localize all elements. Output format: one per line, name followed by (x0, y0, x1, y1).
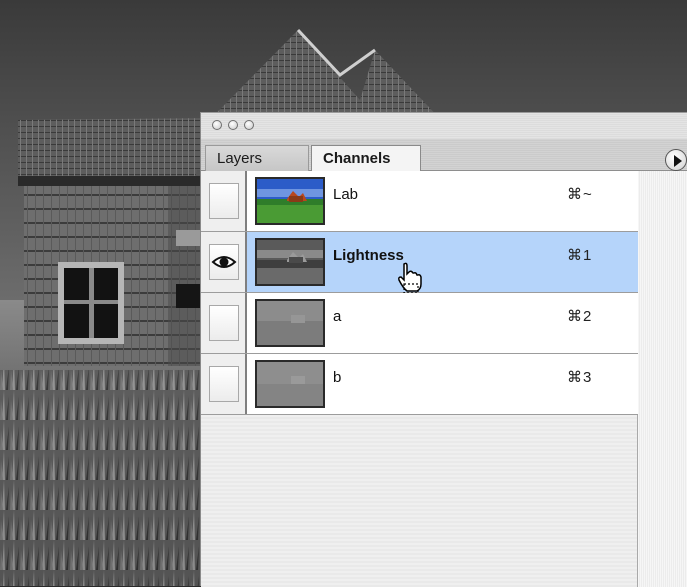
channel-shortcut: ⌘2 (567, 308, 593, 325)
channel-shortcut: ⌘1 (567, 247, 593, 264)
channels-palette: Layers Channels Lab ⌘~ Lightness ⌘1 a ⌘2… (200, 112, 687, 587)
visibility-cell[interactable] (201, 232, 247, 292)
eye-icon (211, 256, 237, 268)
channel-name: Lightness (333, 247, 404, 264)
close-button[interactable] (212, 120, 222, 130)
channel-row-a[interactable]: a ⌘2 (201, 293, 638, 354)
tab-channels-label: Channels (323, 150, 391, 167)
channel-name: Lab (333, 186, 359, 203)
visibility-toggle[interactable] (209, 305, 239, 341)
vertical-scrollbar[interactable] (638, 171, 687, 587)
channel-row-lab[interactable]: Lab ⌘~ (201, 171, 638, 232)
palette-titlebar[interactable] (201, 113, 687, 139)
channel-thumbnail (255, 360, 325, 408)
visibility-cell[interactable] (201, 354, 247, 414)
visibility-toggle[interactable] (209, 183, 239, 219)
channel-thumbnail (255, 238, 325, 286)
tab-layers-label: Layers (217, 150, 263, 167)
visibility-cell[interactable] (201, 293, 247, 353)
zoom-button[interactable] (244, 120, 254, 130)
channel-name: a (333, 308, 342, 325)
triangle-right-icon (674, 155, 682, 167)
tab-channels[interactable]: Channels (311, 145, 421, 172)
channel-shortcut: ⌘~ (567, 186, 593, 203)
channels-list: Lab ⌘~ Lightness ⌘1 a ⌘2 b ⌘3 (201, 171, 638, 587)
channel-row-b[interactable]: b ⌘3 (201, 354, 638, 415)
channel-row-lightness[interactable]: Lightness ⌘1 (201, 232, 638, 294)
tab-layers[interactable]: Layers (205, 145, 309, 171)
minimize-button[interactable] (228, 120, 238, 130)
channel-thumbnail (255, 177, 325, 225)
palette-menu-button[interactable] (665, 149, 687, 171)
channel-shortcut: ⌘3 (567, 369, 593, 386)
visibility-toggle[interactable] (209, 244, 239, 280)
channel-thumbnail (255, 299, 325, 347)
visibility-toggle[interactable] (209, 366, 239, 402)
channel-name: b (333, 369, 342, 386)
visibility-cell[interactable] (201, 171, 247, 231)
hand-cursor-icon (398, 262, 422, 294)
palette-tab-bar: Layers Channels (201, 139, 687, 172)
